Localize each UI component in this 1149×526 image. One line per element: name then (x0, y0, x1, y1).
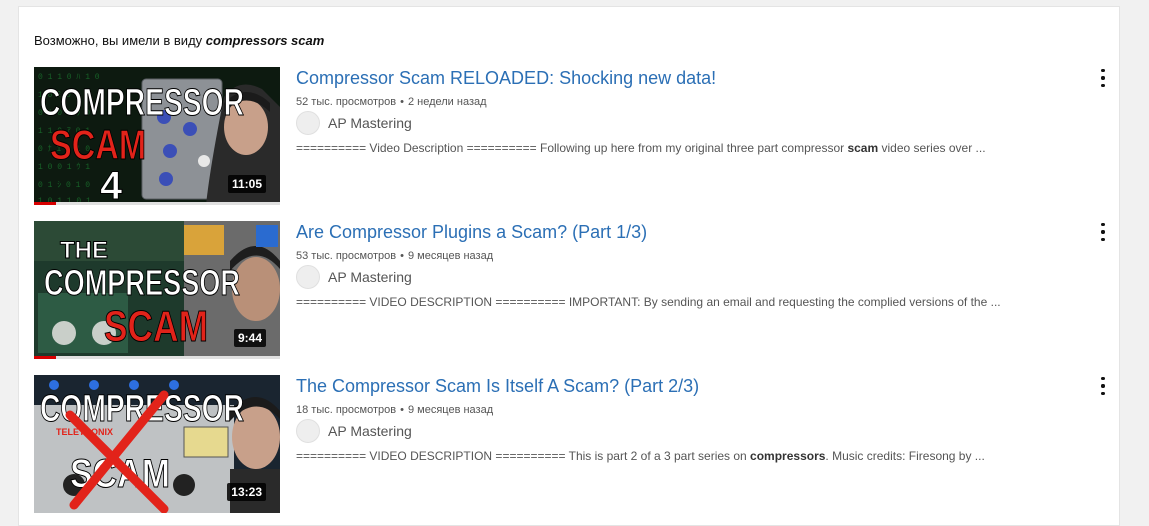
video-description-snippet: ========== VIDEO DESCRIPTION ========== … (296, 295, 1001, 309)
watch-progress-bar (34, 356, 280, 359)
video-result: 0 1 1 0 ﾊ 1 01 0 ﾐ 0 1 1 0 1 0 1 ｦ 01 1 … (34, 67, 1114, 207)
meta-separator: • (400, 250, 404, 262)
meta-separator: • (400, 96, 404, 108)
channel-link[interactable]: AP Mastering (296, 111, 412, 135)
watch-progress-fill (34, 356, 57, 359)
video-duration: 13:23 (227, 483, 266, 501)
did-you-mean-query-link[interactable]: compressors scam (206, 33, 325, 48)
description-text: video series over ... (878, 141, 986, 155)
video-meta: 18 тыс. просмотров • 9 месяцев назад (296, 404, 493, 416)
description-text: ========== Video Description ========== … (296, 141, 848, 155)
description-text: ========== VIDEO DESCRIPTION ========== … (296, 295, 1001, 309)
video-meta: 53 тыс. просмотров • 9 месяцев назад (296, 250, 493, 262)
video-duration: 11:05 (227, 175, 266, 193)
thumb-text-line: THE (60, 237, 108, 264)
upload-age: 9 месяцев назад (407, 250, 494, 262)
video-meta: 52 тыс. просмотров • 2 недели назад (296, 96, 487, 108)
description-highlight: scam (847, 141, 879, 155)
view-count: 53 тыс. просмотров (296, 250, 397, 262)
more-options-icon[interactable] (1096, 222, 1110, 242)
video-thumbnail[interactable]: TELETRONIX COMPRESSOR SCAM 13:23 (34, 375, 280, 513)
description-highlight: compressors (750, 449, 826, 463)
description-text: ========== VIDEO DESCRIPTION ========== … (296, 449, 751, 463)
video-title-link[interactable]: Are Compressor Plugins a Scam? (Part 1/3… (296, 222, 647, 243)
watch-progress-fill (34, 202, 57, 205)
channel-avatar[interactable] (296, 111, 320, 135)
meta-separator: • (400, 404, 404, 416)
more-options-icon[interactable] (1096, 376, 1110, 396)
thumb-text-line: SCAM (104, 302, 208, 351)
channel-avatar[interactable] (296, 419, 320, 443)
channel-name[interactable]: AP Mastering (328, 269, 412, 285)
video-result: TELETRONIX COMPRESSOR SCAM 13:23 The Com… (34, 375, 1114, 515)
watch-progress-bar (34, 202, 280, 205)
description-text: . Music credits: Firesong by ... (825, 449, 985, 463)
video-title-link[interactable]: Compressor Scam RELOADED: Shocking new d… (296, 68, 716, 89)
channel-link[interactable]: AP Mastering (296, 265, 412, 289)
view-count: 18 тыс. просмотров (296, 404, 397, 416)
channel-avatar[interactable] (296, 265, 320, 289)
video-thumbnail[interactable]: 0 1 1 0 ﾊ 1 01 0 ﾐ 0 1 1 0 1 0 1 ｦ 01 1 … (34, 67, 280, 205)
video-result: THE COMPRESSOR SCAM 9:44 Are Compressor … (34, 221, 1114, 361)
search-results-panel: Возможно, вы имели в виду compressors sc… (18, 6, 1120, 526)
video-duration: 9:44 (233, 329, 266, 347)
video-description-snippet: ========== VIDEO DESCRIPTION ========== … (296, 449, 985, 463)
more-options-icon[interactable] (1096, 68, 1110, 88)
video-title-link[interactable]: The Compressor Scam Is Itself A Scam? (P… (296, 376, 699, 397)
view-count: 52 тыс. просмотров (296, 96, 397, 108)
channel-name[interactable]: AP Mastering (328, 115, 412, 131)
did-you-mean: Возможно, вы имели в виду compressors sc… (34, 33, 324, 48)
channel-name[interactable]: AP Mastering (328, 423, 412, 439)
did-you-mean-prefix: Возможно, вы имели в виду (34, 33, 206, 48)
video-description-snippet: ========== Video Description ========== … (296, 141, 986, 155)
video-thumbnail[interactable]: THE COMPRESSOR SCAM 9:44 (34, 221, 280, 359)
upload-age: 2 недели назад (407, 96, 487, 108)
thumb-text-line: COMPRESSOR (44, 262, 240, 303)
thumb-text-line: SCAM (50, 121, 146, 168)
channel-link[interactable]: AP Mastering (296, 419, 412, 443)
thumb-text-line: COMPRESSOR (40, 82, 244, 124)
thumb-text-line: 4 (100, 164, 123, 205)
upload-age: 9 месяцев назад (407, 404, 494, 416)
